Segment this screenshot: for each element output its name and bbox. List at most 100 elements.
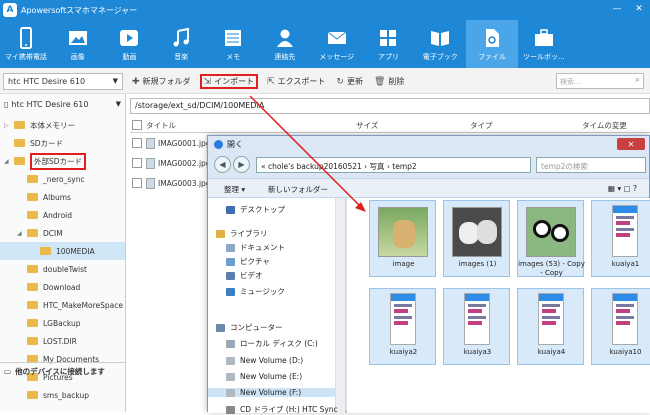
- tree-node[interactable]: SDカード: [0, 134, 125, 152]
- dialog-nav-pane: デスクトップライブラリドキュメント ピクチャビデオミュージックコンピューターローカ…: [208, 198, 346, 415]
- column-time[interactable]: タイムの変更: [582, 120, 627, 131]
- toolbar-apps[interactable]: アプリ: [363, 20, 415, 68]
- nav-scrollbar[interactable]: [335, 198, 345, 413]
- row-checkbox[interactable]: [132, 178, 142, 188]
- nav-item[interactable]: ドキュメント: [226, 242, 285, 253]
- file-row[interactable]: IMAG0001.jpg: [130, 135, 211, 153]
- export-button[interactable]: ⇱ エクスポート: [265, 74, 327, 89]
- device-selector[interactable]: htc HTC Desire 610 ▼: [3, 73, 123, 90]
- column-type[interactable]: タイプ: [470, 120, 493, 131]
- back-button[interactable]: ◀: [214, 156, 231, 173]
- toolbar-label: 音楽: [174, 52, 189, 61]
- file-name: IMAG0003.jpg: [158, 179, 211, 188]
- delete-button[interactable]: 🗑 削除: [372, 74, 406, 89]
- toolbar-image[interactable]: 画像: [52, 20, 104, 68]
- forward-button[interactable]: ▶: [233, 156, 250, 173]
- nav-item[interactable]: ライブラリ: [216, 228, 268, 239]
- file-thumbnail[interactable]: kuaiya2: [369, 288, 436, 365]
- file-thumbnail[interactable]: kuaiya10: [591, 288, 650, 365]
- connect-label: 他のデバイスに接続します: [15, 367, 105, 376]
- connect-other-device[interactable]: ▭ 他のデバイスに接続します: [0, 362, 126, 380]
- expand-arrow-icon[interactable]: ▷: [4, 122, 12, 129]
- toolbar-contact[interactable]: 連絡先: [259, 20, 311, 68]
- music-icon: [173, 27, 190, 46]
- nav-label: ローカル ディスク (C:): [240, 339, 318, 348]
- import-button[interactable]: ⇲ インポート: [199, 74, 259, 89]
- toolbar-book[interactable]: 電子ブック: [414, 20, 466, 68]
- folder-icon: [27, 175, 38, 183]
- toolbar-notes[interactable]: メモ: [207, 20, 259, 68]
- file-thumbnail[interactable]: images (53) - Copy - Copy: [517, 200, 585, 277]
- dialog-close-button[interactable]: ✕: [617, 138, 645, 150]
- nav-item[interactable]: New Volume (D:): [226, 356, 303, 365]
- toolbar-label: メッセージ: [319, 52, 355, 61]
- organize-button[interactable]: 整理 ▾: [224, 184, 245, 195]
- thumbnail-label: images (1): [458, 260, 497, 268]
- file-row[interactable]: IMAG0002.jpg: [130, 155, 211, 173]
- tree-node[interactable]: ▷ 本体メモリー: [0, 116, 125, 134]
- highlight-box: 外部SDカード: [30, 152, 87, 170]
- nav-item[interactable]: ビデオ: [226, 270, 263, 281]
- tree-node[interactable]: _nero_sync: [0, 170, 125, 188]
- view-options-icon[interactable]: ▦ ▾ ▢ ?: [608, 184, 637, 193]
- refresh-button[interactable]: ↻ 更新: [334, 74, 365, 89]
- tree-node[interactable]: Android: [0, 206, 125, 224]
- minimize-icon[interactable]: —: [606, 0, 628, 18]
- nav-item[interactable]: コンピューター: [216, 322, 283, 333]
- file-thumbnail[interactable]: image: [369, 200, 436, 277]
- file-thumbnail[interactable]: kuaiya4: [517, 288, 584, 365]
- toolbar-toolbox[interactable]: ツールボッ...: [518, 20, 570, 68]
- toolbar-label: ファイル: [478, 52, 507, 61]
- tree-node[interactable]: LGBackup: [0, 314, 125, 332]
- address-bar[interactable]: « chole's backup20160521 › 写真 › temp2: [256, 157, 531, 173]
- nav-item[interactable]: ローカル ディスク (C:): [226, 338, 318, 349]
- nav-item[interactable]: デスクトップ: [226, 204, 285, 215]
- tree-node[interactable]: Download: [0, 278, 125, 296]
- device-name-label: htc HTC Desire 610: [11, 99, 89, 109]
- column-size[interactable]: サイズ: [356, 120, 378, 131]
- expand-arrow-icon[interactable]: ◢: [17, 230, 25, 237]
- close-icon[interactable]: ✕: [628, 0, 650, 18]
- tree-node-label: LGBackup: [43, 318, 81, 328]
- device-name[interactable]: ▯ htc HTC Desire 610 ▼: [0, 94, 125, 114]
- row-checkbox[interactable]: [132, 158, 142, 168]
- nav-label: New Volume (D:): [240, 356, 304, 365]
- search-input[interactable]: 検索... ⌕: [556, 73, 644, 89]
- dialog-new-folder-button[interactable]: 新しいフォルダー: [268, 184, 328, 195]
- select-all-checkbox[interactable]: [132, 120, 142, 130]
- tree-node[interactable]: Albums: [0, 188, 125, 206]
- new-folder-button[interactable]: ✚ 新規フォルダ: [130, 74, 193, 89]
- nav-item[interactable]: New Volume (F:): [208, 388, 336, 397]
- tree-node[interactable]: LOST.DIR: [0, 332, 125, 350]
- file-thumbnail[interactable]: kuaiya3: [443, 288, 510, 365]
- toolbar-file[interactable]: ファイル: [466, 20, 518, 68]
- tree-node[interactable]: ◢ 外部SDカード: [0, 152, 125, 170]
- nav-item[interactable]: ピクチャ: [226, 256, 270, 267]
- folder-icon: [27, 265, 38, 273]
- file-row[interactable]: IMAG0003.jpg: [130, 175, 211, 193]
- tree-node[interactable]: sms_backup: [0, 386, 125, 404]
- toolbar-message[interactable]: メッセージ: [311, 20, 363, 68]
- dialog-search-input[interactable]: temp2の検索: [536, 157, 646, 173]
- tree-node[interactable]: doubleTwist: [0, 260, 125, 278]
- toolbar-music[interactable]: 音楽: [155, 20, 207, 68]
- nav-icon: [226, 271, 235, 280]
- expand-arrow-icon[interactable]: ◢: [4, 158, 12, 165]
- column-title[interactable]: タイトル: [146, 120, 176, 131]
- path-bar[interactable]: /storage/ext_sd/DCIM/100MEDIA: [130, 98, 650, 114]
- thumbnail-label: kuaiya4: [537, 348, 566, 356]
- file-thumbnail[interactable]: kuaiya1: [591, 200, 650, 277]
- toolbar-video[interactable]: 動画: [104, 20, 156, 68]
- nav-item[interactable]: New Volume (E:): [226, 372, 302, 381]
- tree-node[interactable]: HTC_MakeMoreSpace: [0, 296, 125, 314]
- nav-item[interactable]: ミュージック: [226, 286, 285, 297]
- toolbar-phone[interactable]: マイ携帯電話: [0, 20, 52, 68]
- tree-node[interactable]: ◢ DCIM: [0, 224, 125, 242]
- nav-item[interactable]: CD ドライブ (H:) HTC Sync: [226, 404, 338, 415]
- toolbox-icon: [534, 28, 553, 46]
- dog-photo: [378, 207, 428, 257]
- tree-node[interactable]: 100MEDIA: [0, 242, 125, 260]
- phone-screenshot: [390, 293, 416, 345]
- row-checkbox[interactable]: [132, 138, 142, 148]
- file-thumbnail[interactable]: images (1): [443, 200, 510, 277]
